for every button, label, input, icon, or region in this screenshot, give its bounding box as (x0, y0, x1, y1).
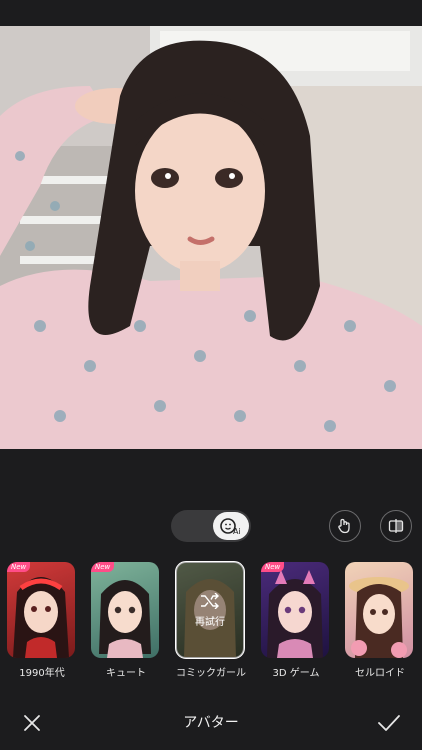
style-thumbnail: New (261, 562, 329, 658)
style-item-cute[interactable]: New キュート (91, 562, 161, 679)
new-badge: New (91, 562, 115, 572)
compare-button[interactable] (380, 510, 412, 542)
edit-controls: Ai (0, 510, 422, 546)
confirm-button[interactable] (376, 710, 402, 736)
checkmark-icon (378, 715, 400, 731)
style-label: 3D ゲーム (272, 668, 320, 679)
style-item-3d-game[interactable]: New 3D ゲーム (261, 562, 331, 679)
svg-text:Ai: Ai (233, 527, 241, 536)
style-item-celluloid[interactable]: セルロイド (345, 562, 415, 679)
style-label: 1990年代 (19, 668, 65, 679)
style-label: セルロイド (355, 668, 405, 679)
new-badge: New (7, 562, 31, 572)
hand-icon (338, 518, 350, 534)
new-badge: New (261, 562, 285, 572)
style-item-comic-girl[interactable]: 再試行 コミックガール (175, 561, 246, 679)
ai-face-icon: Ai (213, 512, 249, 540)
style-label: キュート (106, 668, 146, 679)
style-item-1990s[interactable]: New 1990年代 (7, 562, 77, 679)
style-carousel: New 1990年代 New キュート 再試行 コミックガール New 3D ゲ… (0, 561, 422, 682)
style-thumbnail: New (91, 562, 159, 658)
shuffle-icon (201, 592, 219, 609)
style-thumbnail: New (7, 562, 75, 658)
compare-icon (388, 519, 404, 533)
hand-gesture-button[interactable] (329, 510, 361, 542)
style-thumbnail: 再試行 (175, 561, 245, 659)
retry-overlay[interactable]: 再試行 (176, 562, 244, 658)
style-label: コミックガール (176, 668, 246, 679)
bottom-toolbar: アバター (0, 700, 422, 750)
retry-label: 再試行 (195, 616, 225, 628)
style-thumbnail (345, 562, 413, 658)
ai-toggle[interactable]: Ai (171, 510, 251, 542)
preview-photo (0, 26, 422, 449)
page-title: アバター (183, 715, 239, 731)
status-bar (0, 0, 422, 26)
